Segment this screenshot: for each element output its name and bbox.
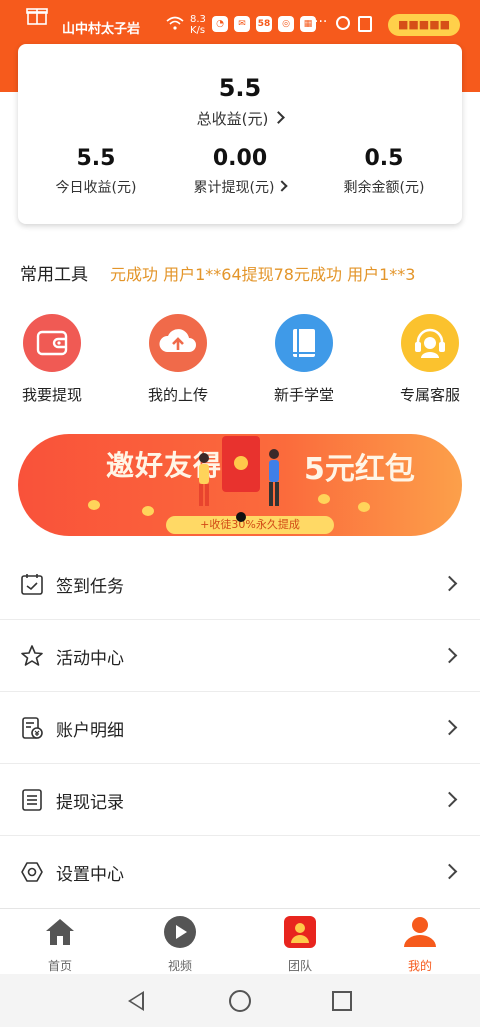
menu-item-account-details[interactable]: 账户明细 xyxy=(0,692,480,764)
banner-title-right: 5元红包 xyxy=(304,452,415,487)
document-icon xyxy=(22,789,42,811)
wifi-icon xyxy=(166,16,184,30)
stat-withdrawn[interactable]: 0.00 累计提现(元) xyxy=(166,146,314,197)
profile-icon xyxy=(404,917,436,947)
stat-today: 5.5 今日收益(元) xyxy=(22,146,170,197)
menu-label: 活动中心 xyxy=(56,649,124,669)
coin-icon xyxy=(358,502,370,512)
person-illustration xyxy=(199,453,209,506)
menu-label: 签到任务 xyxy=(56,577,124,597)
home-circle-icon[interactable] xyxy=(229,990,251,1012)
tab-label: 团队 xyxy=(287,959,312,973)
tool-customer-service[interactable]: 专属客服 xyxy=(380,314,480,405)
star-icon xyxy=(21,645,43,666)
menu-label: 设置中心 xyxy=(56,865,124,885)
stat-label: 今日收益(元) xyxy=(55,180,137,196)
app-badge-icon: ◔ xyxy=(212,16,228,32)
carrier-name: 山中村太子岩 xyxy=(62,22,141,37)
tab-mine[interactable]: 我的 xyxy=(360,915,480,974)
app-badge-icon: ◎ xyxy=(278,16,294,32)
tool-label: 专属客服 xyxy=(399,386,460,404)
stat-balance: 0.5 剩余金额(元) xyxy=(310,146,458,197)
stat-label: 累计提现(元) xyxy=(193,180,275,196)
carousel-indicator xyxy=(236,512,246,522)
earnings-card: 5.5 总收益(元) 5.5 今日收益(元) 0.00 累计提现(元) 0.5 … xyxy=(18,44,462,224)
status-pill: ■■■■■ xyxy=(388,14,460,36)
stat-label: 剩余金额(元) xyxy=(343,180,425,196)
tab-label: 视频 xyxy=(167,959,192,973)
headset-icon xyxy=(401,314,459,372)
book-icon xyxy=(275,314,333,372)
team-icon xyxy=(284,916,316,948)
chevron-right-icon xyxy=(441,863,458,880)
tab-home[interactable]: 首页 xyxy=(0,915,120,974)
hexagon-settings-icon xyxy=(21,862,43,882)
stat-value: 0.00 xyxy=(212,146,268,171)
stat-value: 0.5 xyxy=(364,146,404,171)
chevron-right-icon xyxy=(441,791,458,808)
vibrate-icon xyxy=(358,16,372,32)
recent-apps-icon[interactable] xyxy=(332,991,352,1011)
stat-value: 5.5 xyxy=(76,146,116,171)
wallet-icon xyxy=(23,314,81,372)
tab-video[interactable]: 视频 xyxy=(120,915,240,974)
menu-item-settings[interactable]: 设置中心 xyxy=(0,836,480,908)
status-bar: 山中村太子岩 8.3 K/s ◔ ✉ 58 ◎ ▦ ··· ■■■■■ xyxy=(0,0,480,48)
tools-title: 常用工具 xyxy=(20,265,88,285)
tool-label: 我要提现 xyxy=(21,386,82,404)
tab-label: 首页 xyxy=(47,959,72,973)
menu-item-activity[interactable]: 活动中心 xyxy=(0,620,480,692)
total-earnings-link[interactable]: 总收益(元) xyxy=(18,108,462,129)
cloud-upload-icon xyxy=(149,314,207,372)
bottom-tab-bar: 首页 视频 团队 我的 xyxy=(0,908,480,974)
tab-team[interactable]: 团队 xyxy=(240,915,360,974)
calendar-check-icon xyxy=(21,574,43,595)
coin-icon xyxy=(234,456,248,470)
tool-academy[interactable]: 新手学堂 xyxy=(254,314,354,405)
alarm-icon xyxy=(336,16,350,30)
banner-strip: +收徒30%永久提成 xyxy=(166,516,334,534)
person-illustration xyxy=(269,449,279,506)
gift-icon[interactable] xyxy=(26,4,48,26)
app-badge-icon: 58 xyxy=(256,16,272,32)
total-earnings-value: 5.5 xyxy=(218,74,262,102)
chevron-right-icon xyxy=(441,719,458,736)
menu-item-withdraw-records[interactable]: 提现记录 xyxy=(0,764,480,836)
menu-item-checkin[interactable]: 签到任务 xyxy=(0,548,480,620)
withdrawal-marquee: 元成功 用户1**64提现78元成功 用户1**3 xyxy=(110,265,416,284)
total-earnings-label: 总收益(元) xyxy=(196,110,269,128)
net-speed: 8.3 K/s xyxy=(190,14,206,36)
back-icon[interactable] xyxy=(128,991,144,1011)
tool-label: 新手学堂 xyxy=(273,386,334,404)
coin-icon xyxy=(142,506,154,516)
chevron-right-icon xyxy=(276,180,289,192)
more-dots-icon: ··· xyxy=(314,14,328,30)
notification-app-icons: ◔ ✉ 58 ◎ ▦ xyxy=(212,16,316,32)
play-icon xyxy=(164,916,196,948)
chevron-right-icon xyxy=(441,575,458,592)
chevron-right-icon xyxy=(272,111,286,124)
home-icon xyxy=(46,919,74,945)
app-badge-icon: ✉ xyxy=(234,16,250,32)
coin-icon xyxy=(88,500,100,510)
system-nav-bar xyxy=(0,974,480,1027)
tool-withdraw[interactable]: 我要提现 xyxy=(2,314,102,405)
tool-upload[interactable]: 我的上传 xyxy=(128,314,228,405)
chevron-right-icon xyxy=(441,647,458,664)
tool-label: 我的上传 xyxy=(147,386,208,404)
menu-label: 提现记录 xyxy=(56,793,124,813)
tab-label: 我的 xyxy=(407,959,432,973)
menu-label: 账户明细 xyxy=(56,721,124,741)
bill-icon xyxy=(22,717,43,739)
coin-icon xyxy=(318,494,330,504)
